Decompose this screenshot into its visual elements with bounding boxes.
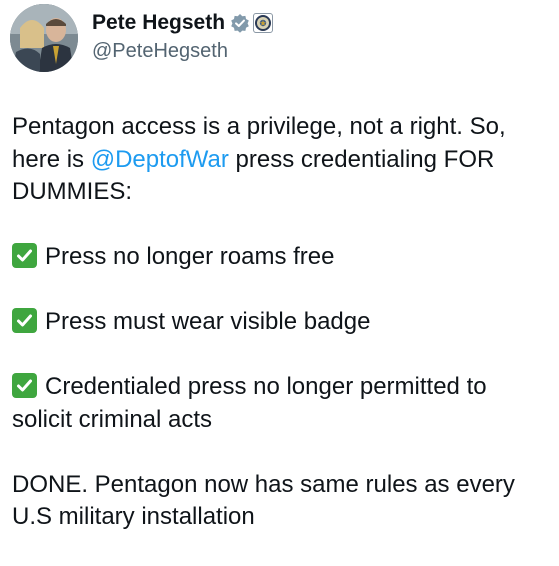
rule-item: Credentialed press no longer permitted t…	[12, 371, 547, 436]
checkmark-icon	[12, 243, 37, 268]
author-info: Pete Hegseth @PeteHegseth	[92, 4, 274, 63]
rule-item: Press no longer roams free	[12, 241, 547, 274]
tweet-header: Pete Hegseth @PeteHegseth	[10, 4, 274, 74]
author-display-name[interactable]: Pete Hegseth	[92, 11, 225, 35]
rule-text: Press must wear visible badge	[45, 308, 371, 335]
rule-item: Press must wear visible badge	[12, 306, 547, 339]
mention-link[interactable]: @DeptofWar	[91, 146, 229, 173]
verified-badge-icon	[230, 13, 250, 33]
checkmark-icon	[12, 373, 37, 398]
avatar-photo	[10, 4, 78, 72]
tweet-intro: Pentagon access is a privilege, not a ri…	[12, 111, 547, 209]
avatar[interactable]	[10, 4, 78, 72]
tweet-body: Pentagon access is a privilege, not a ri…	[12, 111, 547, 566]
government-seal-icon	[253, 13, 274, 33]
name-row: Pete Hegseth	[92, 10, 274, 36]
author-handle[interactable]: @PeteHegseth	[92, 40, 273, 63]
tweet-closing: DONE. Pentagon now has same rules as eve…	[12, 470, 515, 531]
checkmark-icon	[12, 308, 37, 333]
rule-text: Press no longer roams free	[45, 243, 335, 270]
rule-text: Credentialed press no longer permitted t…	[12, 373, 487, 433]
